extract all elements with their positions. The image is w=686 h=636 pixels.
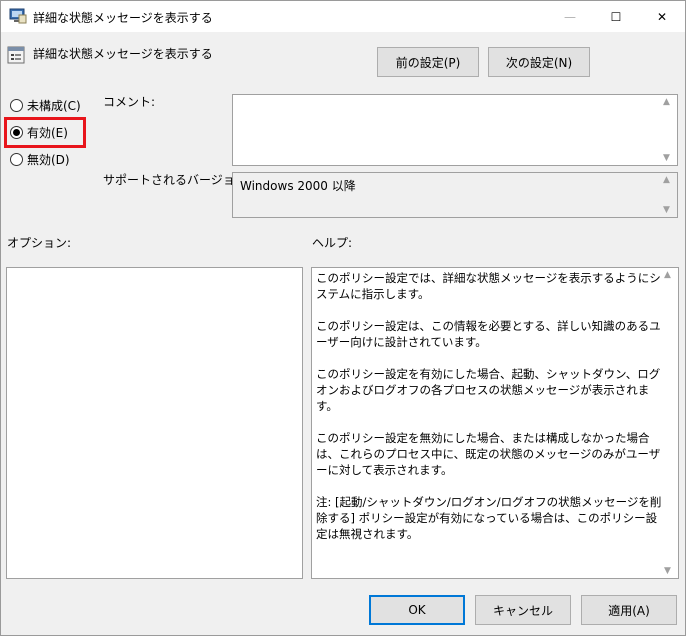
comment-label: コメント: [103,95,156,109]
apply-button[interactable]: 適用(A) [581,595,677,625]
scroll-down-icon[interactable]: ▼ [663,205,670,215]
help-label: ヘルプ: [312,236,353,250]
radio-disabled[interactable]: 無効(D) [10,151,70,168]
radio-label: 無効(D) [27,153,70,167]
radio-circle[interactable] [10,99,23,112]
ok-button[interactable]: OK [369,595,465,625]
comment-scrollbar[interactable]: ▲ ▼ [660,95,677,165]
window-title: 詳細な状態メッセージを表示する [33,11,213,25]
scroll-down-icon[interactable]: ▼ [664,566,671,576]
scroll-up-icon[interactable]: ▲ [663,97,670,107]
scroll-up-icon[interactable]: ▲ [664,270,671,280]
minimize-button[interactable]: — [547,1,593,32]
policy-name: 詳細な状態メッセージを表示する [33,47,213,61]
scroll-up-icon[interactable]: ▲ [663,175,670,185]
options-label: オプション: [7,236,72,250]
maximize-button[interactable]: ☐ [593,1,639,32]
radio-label: 未構成(C) [27,99,81,113]
policy-setting-icon [7,46,25,64]
next-setting-button[interactable]: 次の設定(N) [488,47,590,77]
options-panel [6,267,303,579]
supported-on-field: Windows 2000 以降 ▲ ▼ [232,172,678,218]
title-bar[interactable]: 詳細な状態メッセージを表示する — ☐ ✕ [1,1,685,32]
radio-not-configured[interactable]: 未構成(C) [10,97,81,114]
supported-scrollbar[interactable]: ▲ ▼ [660,173,677,217]
previous-setting-button[interactable]: 前の設定(P) [377,47,479,77]
supported-on-value: Windows 2000 以降 [240,179,356,193]
comment-input[interactable]: ▲ ▼ [232,94,678,166]
radio-label: 有効(E) [27,126,68,140]
radio-enabled[interactable]: 有効(E) [10,124,68,141]
group-policy-app-icon [9,8,27,24]
close-button[interactable]: ✕ [639,1,685,32]
help-panel: このポリシー設定では、詳細な状態メッセージを表示するようにシステムに指示します。… [311,267,679,579]
radio-circle-selected[interactable] [10,126,23,139]
supported-on-label: サポートされるバージョン: [103,173,251,187]
radio-circle[interactable] [10,153,23,166]
cancel-button[interactable]: キャンセル [475,595,571,625]
policy-dialog: 詳細な状態メッセージを表示する — ☐ ✕ 詳細な状態メッセージを表示する 前の… [0,0,686,636]
scroll-down-icon[interactable]: ▼ [663,153,670,163]
help-scrollbar[interactable]: ▲ ▼ [661,268,678,578]
help-text: このポリシー設定では、詳細な状態メッセージを表示するようにシステムに指示します。… [316,271,662,541]
